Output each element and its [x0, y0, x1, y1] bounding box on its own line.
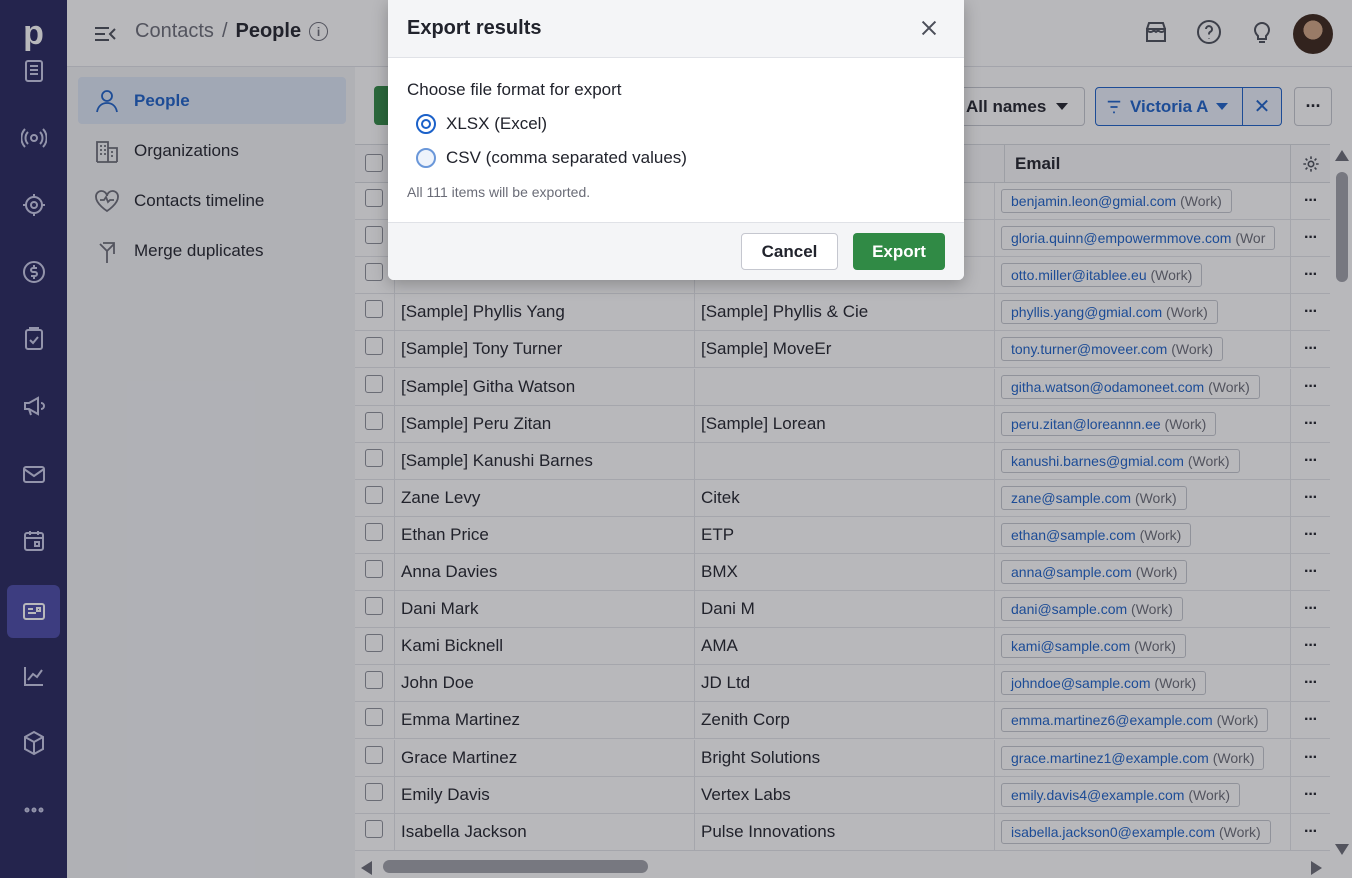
cancel-button[interactable]: Cancel [741, 233, 838, 270]
export-button[interactable]: Export [853, 233, 945, 270]
format-prompt: Choose file format for export [407, 80, 622, 99]
dialog-footer: Cancel Export [388, 222, 964, 280]
dialog-body: Choose file format for export XLSX (Exce… [388, 58, 964, 222]
export-dialog: Export results Choose file format for ex… [388, 0, 964, 280]
csv-radio[interactable] [416, 148, 436, 168]
dialog-title: Export results [407, 17, 542, 39]
format-option-csv[interactable]: CSV (comma separated values) [416, 148, 687, 168]
format-option-xlsx[interactable]: XLSX (Excel) [416, 114, 547, 134]
xlsx-radio-label[interactable]: XLSX (Excel) [446, 114, 547, 134]
dialog-header: Export results [388, 0, 964, 58]
xlsx-radio[interactable] [416, 114, 436, 134]
csv-radio-label[interactable]: CSV (comma separated values) [446, 148, 687, 168]
export-count-note: All 111 items will be exported. [407, 184, 591, 200]
close-icon[interactable] [918, 17, 942, 41]
